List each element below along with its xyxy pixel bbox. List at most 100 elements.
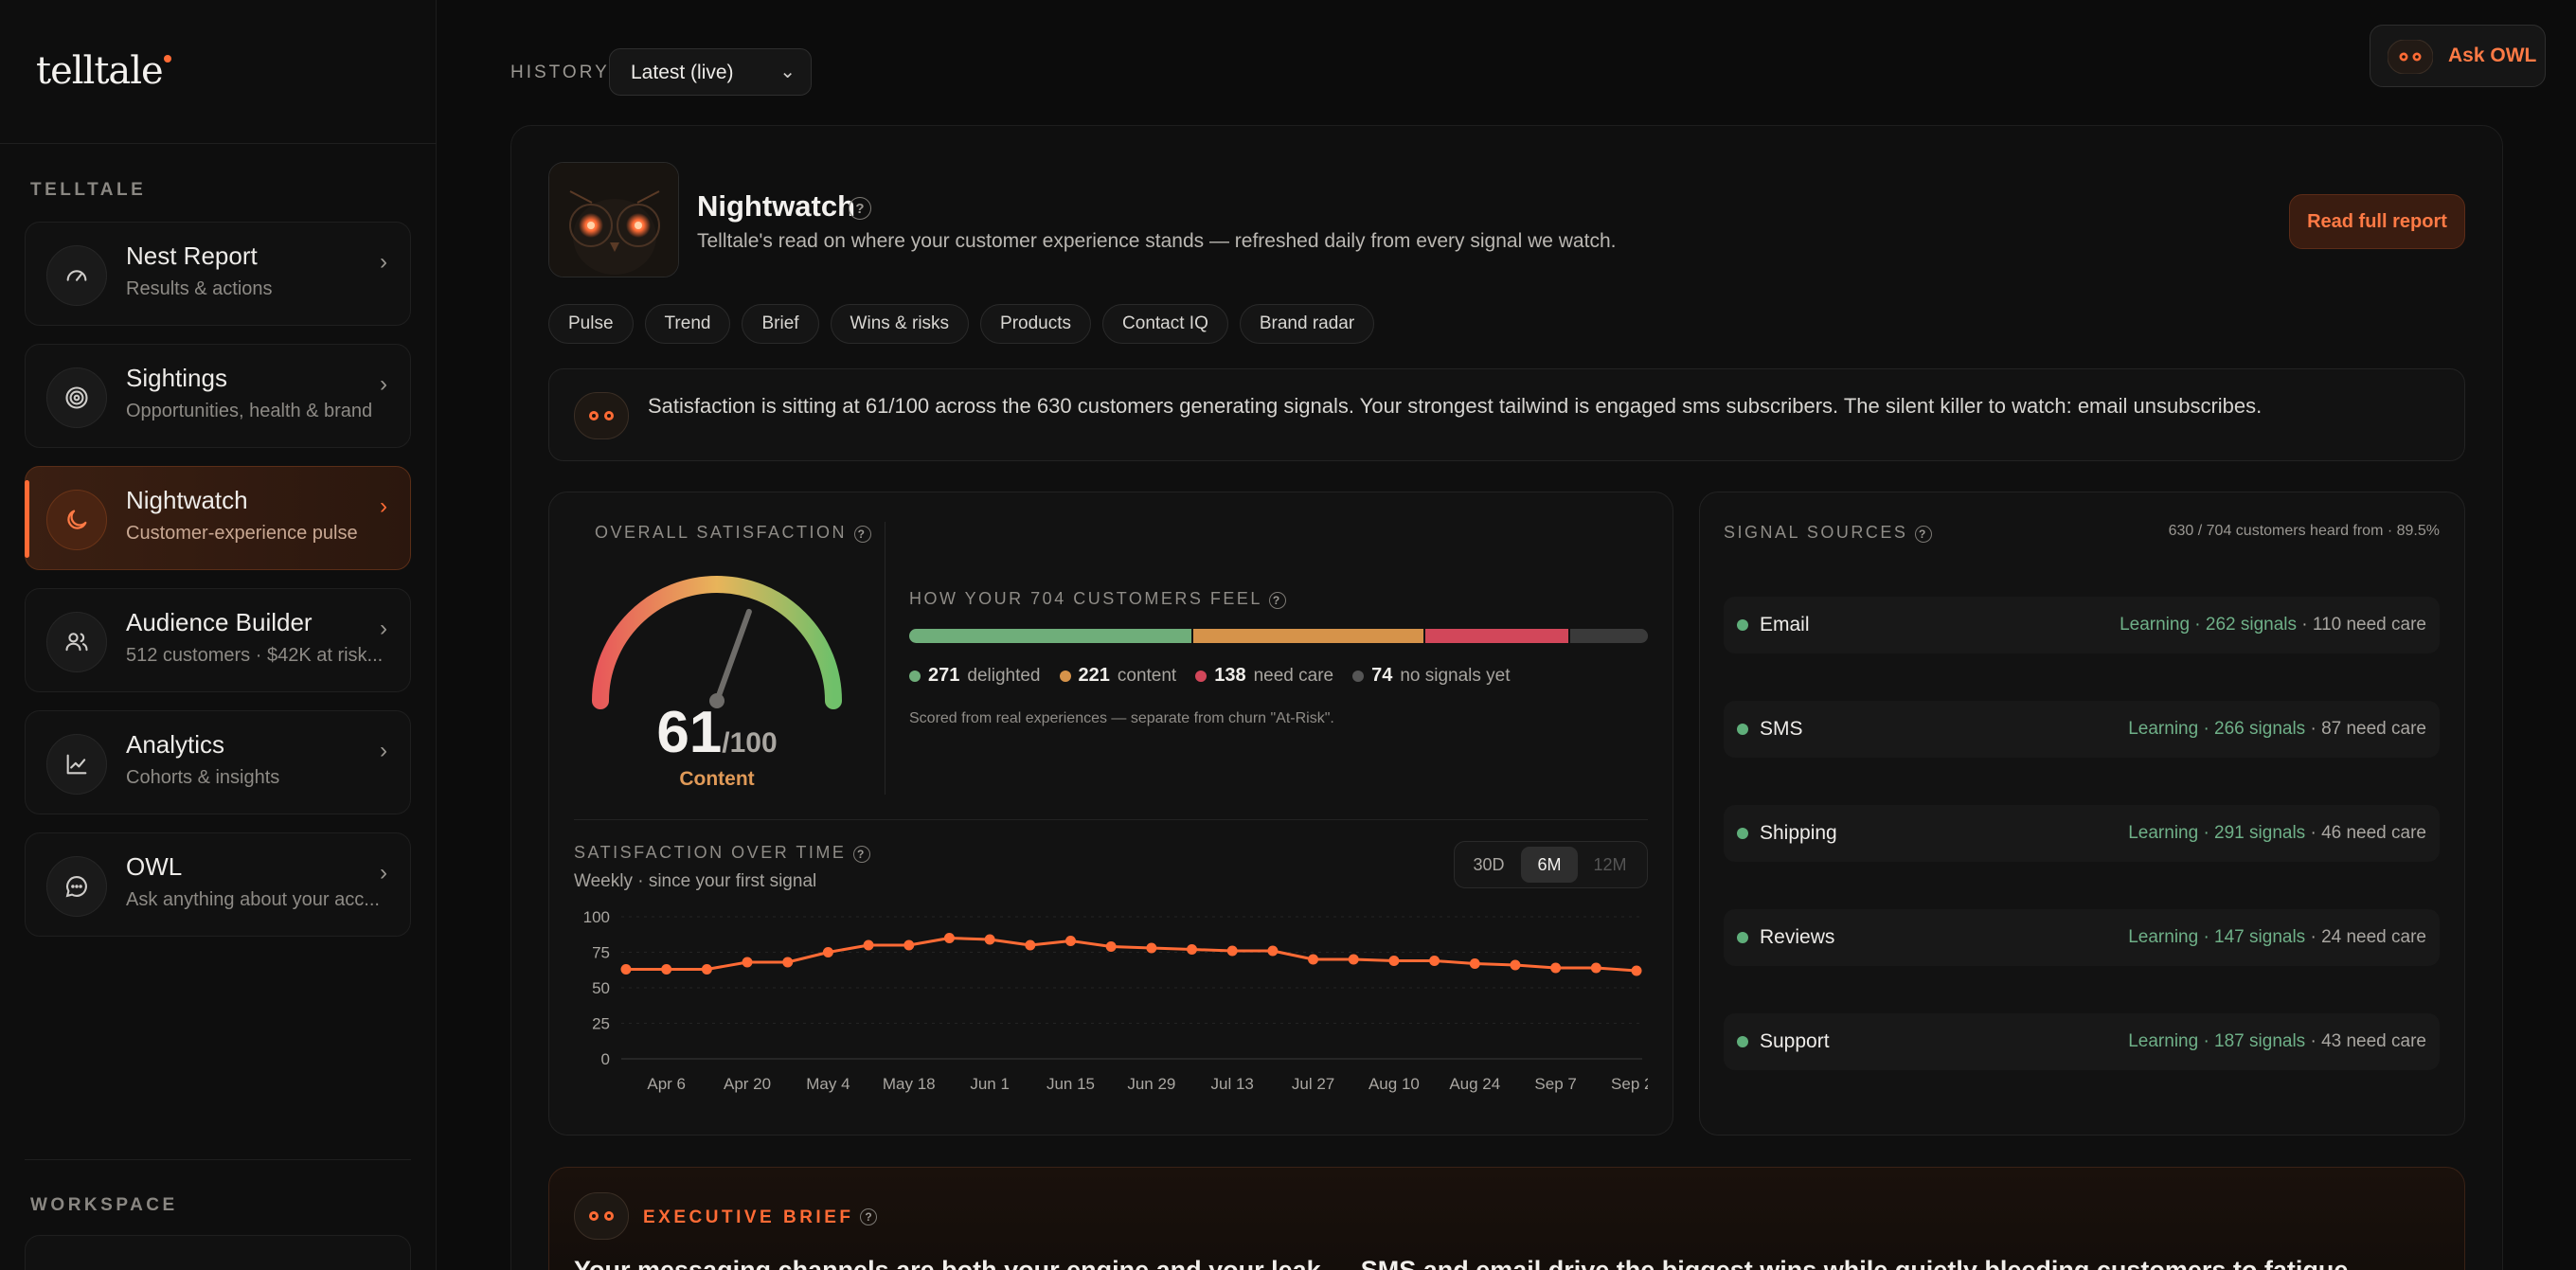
tab-brand-radar[interactable]: Brand radar bbox=[1239, 304, 1375, 344]
data-point bbox=[984, 934, 995, 945]
chevron-down-icon: ⌄ bbox=[779, 62, 796, 82]
card-divider bbox=[574, 819, 1648, 820]
range-6m[interactable]: 6M bbox=[1521, 847, 1578, 883]
signal-row-email[interactable]: Email Learning · 262 signals · 110 need … bbox=[1724, 597, 2440, 653]
sidebar-item-nest-report[interactable]: Nest Report Results & actions › bbox=[25, 222, 411, 326]
data-point bbox=[863, 939, 874, 951]
read-full-report-button[interactable]: Read full report bbox=[2289, 194, 2465, 249]
help-icon[interactable]: ? bbox=[1914, 526, 1932, 543]
help-icon[interactable]: ? bbox=[860, 1208, 877, 1225]
data-point bbox=[1348, 954, 1359, 965]
ask-owl-button[interactable]: Ask OWL bbox=[2370, 25, 2546, 87]
signal-row-shipping[interactable]: Shipping Learning · 291 signals · 46 nee… bbox=[1724, 805, 2440, 862]
history-select[interactable]: Latest (live) ⌄ bbox=[609, 48, 812, 96]
feel-bar-segment-content bbox=[1193, 629, 1426, 643]
help-icon[interactable]: ? bbox=[849, 197, 871, 220]
nightwatch-owl-image bbox=[548, 162, 679, 277]
data-point bbox=[701, 964, 712, 975]
y-tick-label: 25 bbox=[592, 1015, 610, 1033]
tab-brief[interactable]: Brief bbox=[742, 304, 819, 344]
x-tick-label: Aug 10 bbox=[1368, 1075, 1420, 1093]
tab-wins-risks[interactable]: Wins & risks bbox=[830, 304, 970, 344]
data-point bbox=[1590, 962, 1601, 974]
data-point bbox=[1105, 941, 1117, 952]
help-icon[interactable]: ? bbox=[853, 526, 871, 543]
signal-name: Support bbox=[1760, 1030, 1830, 1052]
sidebar-item-title: Sightings bbox=[126, 364, 227, 392]
history-select-value: Latest (live) bbox=[631, 62, 734, 83]
signal-name: Email bbox=[1760, 614, 1810, 635]
data-point bbox=[661, 964, 672, 975]
tab-pulse[interactable]: Pulse bbox=[548, 304, 634, 344]
tab-contact-iq[interactable]: Contact IQ bbox=[1102, 304, 1228, 344]
help-icon[interactable]: ? bbox=[1268, 592, 1286, 609]
y-tick-label: 50 bbox=[592, 979, 610, 997]
x-tick-label: Jun 1 bbox=[970, 1075, 1010, 1093]
owl-icon bbox=[574, 392, 629, 439]
sidebar-item-subtitle: Results & actions bbox=[126, 278, 273, 299]
y-tick-label: 0 bbox=[601, 1050, 610, 1068]
data-point bbox=[1469, 958, 1480, 969]
workspace-item[interactable] bbox=[25, 1235, 411, 1270]
sidebar-item-audience-builder[interactable]: Audience Builder 512 customers · $42K at… bbox=[25, 588, 411, 692]
owl-icon bbox=[2388, 40, 2433, 74]
chevron-right-icon: › bbox=[380, 249, 387, 275]
sidebar-item-title: Analytics bbox=[126, 730, 225, 759]
gauge-icon bbox=[46, 245, 107, 306]
data-point bbox=[742, 957, 753, 968]
tab-products[interactable]: Products bbox=[980, 304, 1092, 344]
gauge-needle bbox=[714, 608, 752, 704]
ask-owl-label: Ask OWL bbox=[2448, 45, 2537, 66]
x-tick-label: Apr 6 bbox=[647, 1075, 686, 1093]
legend-no-signals: 74 no signals yet bbox=[1352, 665, 1511, 687]
help-icon[interactable]: ? bbox=[852, 846, 870, 863]
history-label: HISTORY bbox=[510, 63, 610, 82]
tab-trend[interactable]: Trend bbox=[644, 304, 731, 344]
signal-meta: Learning · 147 signals · 24 need care bbox=[2128, 927, 2426, 947]
data-point bbox=[1226, 945, 1238, 957]
data-point bbox=[1308, 954, 1319, 965]
telltale-logo[interactable]: telltale bbox=[36, 49, 171, 93]
y-tick-label: 100 bbox=[583, 908, 610, 926]
over-time-subtitle: Weekly · since your first signal bbox=[574, 871, 817, 891]
signal-row-sms[interactable]: SMS Learning · 266 signals · 87 need car… bbox=[1724, 701, 2440, 758]
satisfaction-line-chart: 0 25 50 75 100 Apr 6 Apr 20 May 4 May 18 Jun 1 Jun… bbox=[583, 908, 1648, 1093]
satisfaction-word: Content bbox=[679, 768, 755, 790]
data-point bbox=[1146, 942, 1157, 954]
sidebar-item-owl[interactable]: OWL Ask anything about your acc... › bbox=[25, 832, 411, 937]
range-12m[interactable]: 12M bbox=[1582, 847, 1638, 883]
y-tick-label: 75 bbox=[592, 944, 610, 962]
data-point bbox=[1267, 945, 1279, 957]
x-tick-label: Jul 13 bbox=[1211, 1075, 1254, 1093]
x-tick-label: Aug 24 bbox=[1449, 1075, 1500, 1093]
sidebar-item-sightings[interactable]: Sightings Opportunities, health & brand … bbox=[25, 344, 411, 448]
sidebar-item-title: Audience Builder bbox=[126, 608, 313, 636]
data-point bbox=[1550, 962, 1562, 974]
sidebar-item-analytics[interactable]: Analytics Cohorts & insights › bbox=[25, 710, 411, 814]
x-tick-label: Jul 27 bbox=[1292, 1075, 1334, 1093]
x-tick-label: Sep 7 bbox=[1534, 1075, 1576, 1093]
feel-legend: 271 delighted 221 content 138 need care 74 n… bbox=[909, 665, 1511, 687]
sidebar-item-subtitle: Cohorts & insights bbox=[126, 767, 280, 788]
signal-row-support[interactable]: Support Learning · 187 signals · 43 need… bbox=[1724, 1013, 2440, 1070]
chevron-right-icon: › bbox=[380, 860, 387, 885]
users-icon bbox=[46, 612, 107, 672]
sidebar-item-title: OWL bbox=[126, 852, 183, 881]
data-point bbox=[620, 964, 632, 975]
legend-delighted: 271 delighted bbox=[909, 665, 1041, 687]
summary-text: Satisfaction is sitting at 61/100 across… bbox=[648, 394, 2263, 418]
data-point bbox=[782, 957, 794, 968]
data-point bbox=[943, 933, 955, 943]
signal-name: Shipping bbox=[1760, 822, 1837, 844]
range-30d[interactable]: 30D bbox=[1460, 847, 1517, 883]
data-point bbox=[1631, 965, 1642, 976]
x-tick-label: Jun 15 bbox=[1046, 1075, 1095, 1093]
sidebar-item-title: Nightwatch bbox=[126, 486, 248, 514]
sidebar-divider bbox=[25, 1159, 411, 1160]
sidebar-item-nightwatch[interactable]: Nightwatch Customer-experience pulse › bbox=[25, 466, 411, 570]
sidebar-item-subtitle: Customer-experience pulse bbox=[126, 523, 358, 544]
overall-satisfaction-label: OVERALL SATISFACTION ? bbox=[595, 523, 871, 543]
signal-row-reviews[interactable]: Reviews Learning · 147 signals · 24 need… bbox=[1724, 909, 2440, 966]
customer-feel-bar bbox=[909, 629, 1648, 643]
x-tick-label: Jun 29 bbox=[1127, 1075, 1175, 1093]
